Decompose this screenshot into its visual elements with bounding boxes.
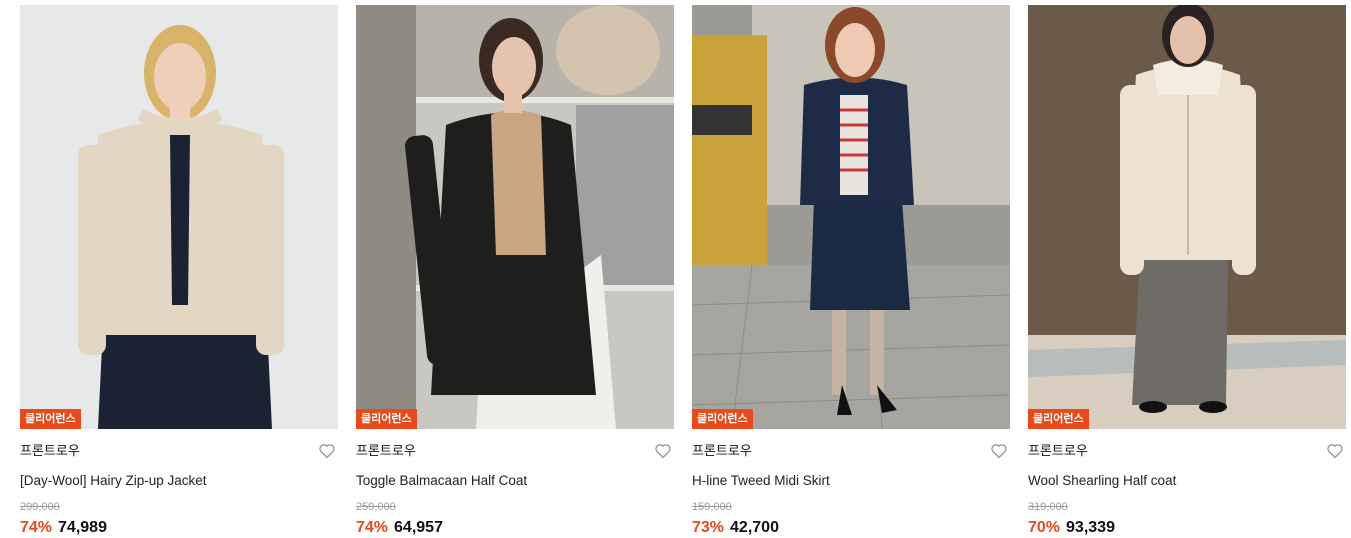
product-card[interactable]: 클리어런스 프론트로우 H-line Tweed Midi Skirt 159,… <box>692 5 1010 537</box>
sale-price: 42,700 <box>730 519 779 536</box>
product-image[interactable]: 클리어런스 <box>692 5 1010 429</box>
product-card[interactable]: 클리어런스 프론트로우 Toggle Balmacaan Half Coat 2… <box>356 5 674 537</box>
model-navy-tweed-skirt-image <box>692 5 1010 429</box>
heart-icon[interactable] <box>318 443 336 459</box>
original-price: 299,000 <box>20 501 60 513</box>
product-image[interactable]: 클리어런스 <box>356 5 674 429</box>
brand-name[interactable]: 프론트로우 <box>356 443 674 459</box>
brand-name[interactable]: 프론트로우 <box>1028 443 1346 459</box>
discount-rate: 70% <box>1028 519 1061 536</box>
product-name[interactable]: H-line Tweed Midi Skirt <box>692 473 1010 489</box>
model-black-toggle-coat-image <box>356 5 674 429</box>
sale-price: 74,989 <box>58 519 107 536</box>
original-price: 159,000 <box>692 501 732 513</box>
clearance-badge: 클리어런스 <box>356 409 417 429</box>
product-card[interactable]: 클리어런스 프론트로우 Wool Shearling Half coat 319… <box>1028 5 1346 537</box>
brand-name[interactable]: 프론트로우 <box>20 443 338 459</box>
discount-rate: 74% <box>356 519 389 536</box>
product-grid: 클리어런스 프론트로우 [Day-Wool] Hairy Zip-up Jack… <box>0 0 1351 538</box>
price-row: 70% 93,339 <box>1028 519 1346 537</box>
heart-icon[interactable] <box>990 443 1008 459</box>
sale-price: 93,339 <box>1066 519 1115 536</box>
product-image[interactable]: 클리어런스 <box>1028 5 1346 429</box>
product-image[interactable]: 클리어런스 <box>20 5 338 429</box>
product-name[interactable]: [Day-Wool] Hairy Zip-up Jacket <box>20 473 338 489</box>
clearance-badge: 클리어런스 <box>1028 409 1089 429</box>
heart-icon[interactable] <box>1326 443 1344 459</box>
heart-icon[interactable] <box>654 443 672 459</box>
original-price: 319,000 <box>1028 501 1068 513</box>
sale-price: 64,957 <box>394 519 443 536</box>
model-ivory-zip-jacket-image <box>20 5 338 429</box>
price-row: 74% 64,957 <box>356 519 674 537</box>
clearance-badge: 클리어런스 <box>692 409 753 429</box>
price-row: 73% 42,700 <box>692 519 1010 537</box>
product-name[interactable]: Toggle Balmacaan Half Coat <box>356 473 674 489</box>
discount-rate: 74% <box>20 519 53 536</box>
discount-rate: 73% <box>692 519 725 536</box>
model-shearling-coat-image <box>1028 5 1346 429</box>
brand-name[interactable]: 프론트로우 <box>692 443 1010 459</box>
price-row: 74% 74,989 <box>20 519 338 537</box>
original-price: 259,000 <box>356 501 396 513</box>
clearance-badge: 클리어런스 <box>20 409 81 429</box>
product-card[interactable]: 클리어런스 프론트로우 [Day-Wool] Hairy Zip-up Jack… <box>20 5 338 537</box>
product-name[interactable]: Wool Shearling Half coat <box>1028 473 1346 489</box>
